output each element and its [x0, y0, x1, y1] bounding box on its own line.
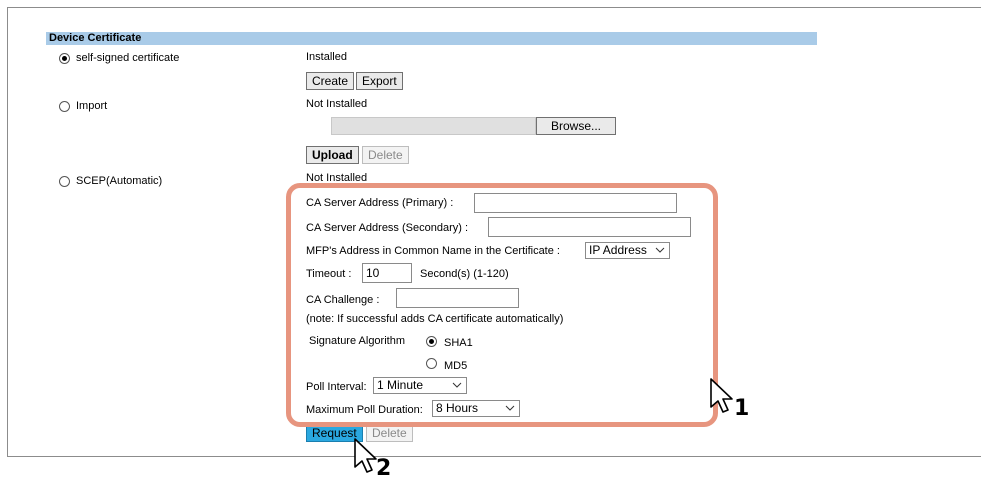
export-button[interactable]: Export — [356, 72, 403, 90]
section-header: Device Certificate — [46, 32, 817, 45]
file-path-field[interactable] — [331, 117, 536, 135]
self-signed-radio[interactable] — [59, 53, 70, 64]
import-label: Import — [76, 100, 108, 112]
callout-number-1: 1 — [734, 396, 750, 421]
scep-radio[interactable] — [59, 176, 70, 187]
pointer-cursor-icon — [710, 378, 733, 413]
import-delete-button[interactable]: Delete — [362, 146, 409, 164]
browse-button[interactable]: Browse... — [536, 117, 616, 135]
import-radio[interactable] — [59, 101, 70, 112]
upload-button[interactable]: Upload — [306, 146, 359, 164]
scep-settings-highlight — [286, 183, 718, 427]
import-status: Not Installed — [306, 98, 368, 110]
create-button[interactable]: Create — [306, 72, 355, 90]
scep-label: SCEP(Automatic) — [76, 175, 163, 187]
self-signed-label: self-signed certificate — [76, 52, 180, 64]
callout-number-2: 2 — [376, 456, 392, 481]
self-signed-status: Installed — [306, 51, 347, 63]
